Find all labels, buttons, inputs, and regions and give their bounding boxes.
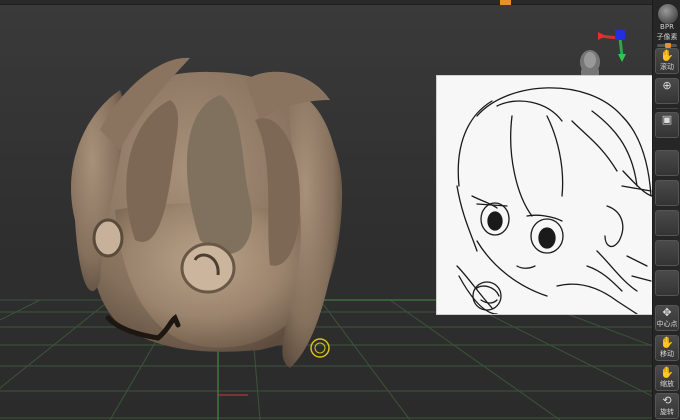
3d-viewport[interactable]: [0, 0, 652, 420]
zoom-icon: ⊕: [662, 79, 672, 92]
frame-button[interactable]: ▣: [655, 112, 679, 138]
zoom-button[interactable]: ⊕: [655, 78, 679, 104]
right-toolbar: BPR 子像素 ✋ 滚动 ⊕ ▣ ✥ 中心点 ✋ 移动 ✋ 缩放 ⟲ 旋转: [652, 0, 680, 420]
move-icon: ✋: [660, 336, 674, 349]
scale-button-label: 缩放: [660, 380, 674, 388]
scale-button[interactable]: ✋ 缩放: [655, 365, 679, 391]
sculpted-head-model[interactable]: [60, 50, 360, 370]
rotate-icon: ⟲: [662, 394, 672, 407]
toolbar-label-bpr: BPR: [660, 23, 674, 31]
scroll-button[interactable]: ✋ 滚动: [655, 48, 679, 74]
toolbar-button-3[interactable]: [655, 210, 679, 236]
center-icon: ✥: [662, 306, 672, 319]
frame-icon: ▣: [661, 113, 673, 126]
reference-image-panel[interactable]: [436, 75, 652, 315]
rotate-button-label: 旋转: [660, 408, 674, 416]
scroll-button-label: 滚动: [660, 63, 674, 71]
toolbar-label-subpixel: 子像素: [656, 33, 678, 41]
toolbar-button-4[interactable]: [655, 240, 679, 266]
toolbar-button-5[interactable]: [655, 270, 679, 296]
toolbar-divider: [656, 108, 678, 109]
move-button[interactable]: ✋ 移动: [655, 335, 679, 361]
toolbar-button-1[interactable]: [655, 150, 679, 176]
move-button-label: 移动: [660, 350, 674, 358]
subpixel-slider[interactable]: [657, 43, 677, 48]
scale-icon: ✋: [660, 366, 674, 379]
center-point-label: 中心点: [656, 320, 678, 328]
hand-move-icon: ✋: [660, 49, 674, 62]
reference-sketch-image: [456, 87, 652, 314]
rotate-button[interactable]: ⟲ 旋转: [655, 393, 679, 419]
center-point-button[interactable]: ✥ 中心点: [655, 305, 679, 331]
focal-point-icon[interactable]: [309, 337, 331, 359]
toolbar-button-2[interactable]: [655, 180, 679, 206]
